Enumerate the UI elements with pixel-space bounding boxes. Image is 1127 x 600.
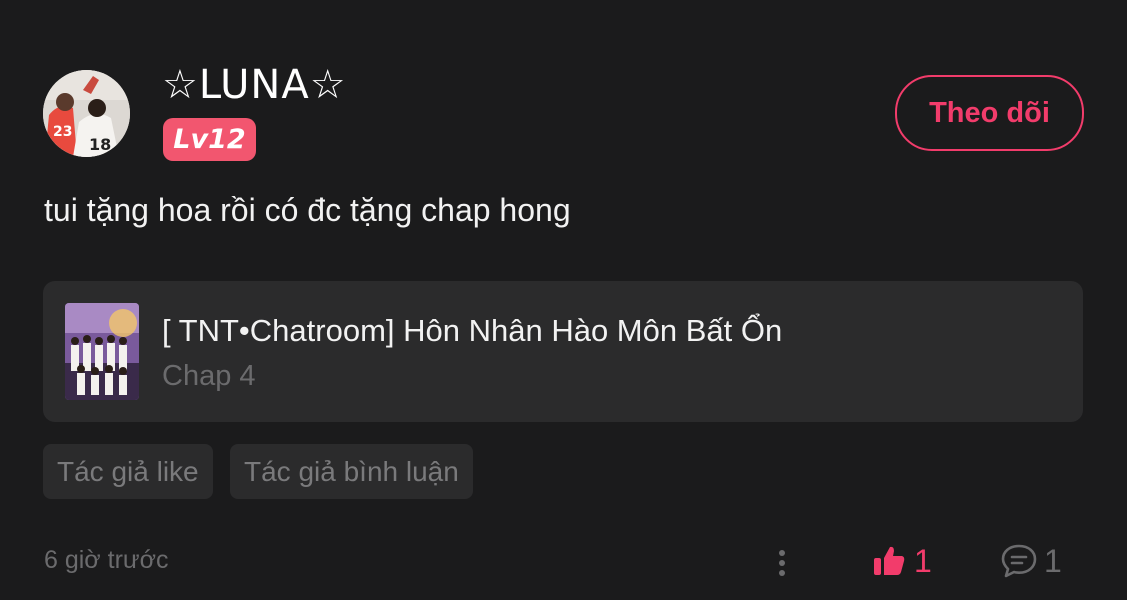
comment-text: tui tặng hoa rồi có đc tặng chap hong bbox=[44, 192, 571, 228]
comment-button[interactable]: 1 bbox=[1000, 540, 1062, 582]
tag-author-comment: Tác giả bình luận bbox=[230, 444, 473, 499]
work-chapter: Chap 4 bbox=[162, 360, 256, 392]
like-count: 1 bbox=[914, 542, 932, 579]
work-title: [ TNT•Chatroom] Hôn Nhân Hào Môn Bất Ổn bbox=[162, 313, 783, 348]
username[interactable]: ☆LUNA☆ bbox=[162, 62, 347, 108]
svg-text:18: 18 bbox=[89, 135, 111, 154]
avatar-image: 23 18 bbox=[43, 70, 130, 157]
comment-count: 1 bbox=[1044, 542, 1062, 579]
timestamp: 6 giờ trước bbox=[44, 546, 169, 574]
work-cover-image bbox=[65, 303, 139, 400]
svg-text:23: 23 bbox=[53, 124, 72, 140]
comment-post: 23 18 ☆LUNA☆ Lv12 Theo dõi tui tặng hoa … bbox=[0, 0, 1127, 600]
like-button[interactable]: 1 bbox=[872, 540, 932, 582]
follow-button[interactable]: Theo dõi bbox=[895, 75, 1084, 151]
thumbs-up-icon bbox=[874, 546, 905, 575]
level-badge: Lv12 bbox=[163, 118, 256, 161]
vertical-dots-icon bbox=[779, 550, 785, 576]
avatar[interactable]: 23 18 bbox=[43, 70, 130, 157]
tag-author-like: Tác giả like bbox=[43, 444, 213, 499]
work-card[interactable]: [ TNT•Chatroom] Hôn Nhân Hào Môn Bất Ổn … bbox=[43, 281, 1083, 422]
speech-bubble-icon bbox=[1001, 544, 1037, 578]
more-options-button[interactable] bbox=[770, 545, 794, 581]
